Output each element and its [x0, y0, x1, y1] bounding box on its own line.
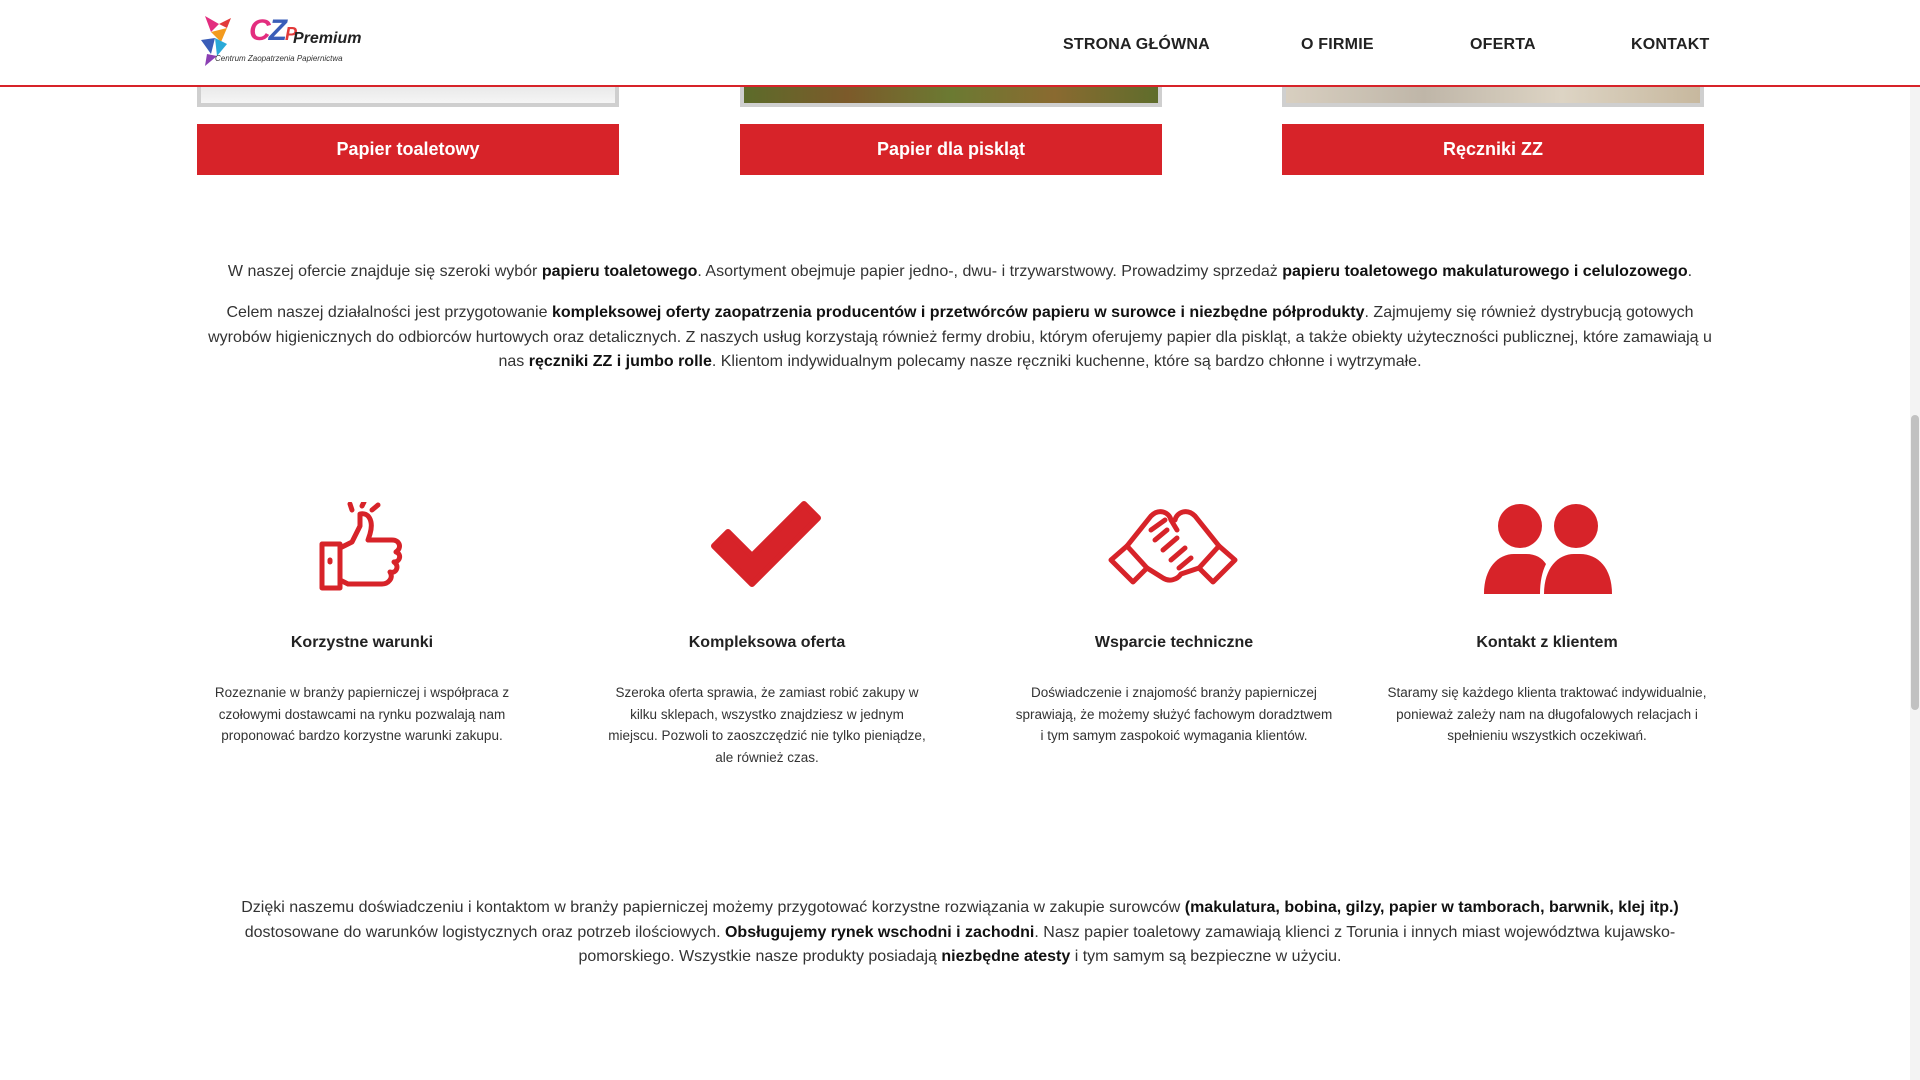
feature-desc-kontakt-z-klientem: Staramy się każdego klienta traktować in… — [1387, 685, 1707, 743]
feature-desc-korzystne-warunki: Rozeznanie w branży papierniczej i współ… — [214, 685, 510, 743]
scrollbar-thumb[interactable] — [1911, 415, 1919, 710]
feature-title-wsparcie-techniczne: Wsparcie techniczne — [1094, 634, 1254, 651]
feature-title-kompleksowa-oferta: Kompleksowa oferta — [688, 634, 846, 651]
intro-paragraph-1: W naszej ofercie znajduje się szeroki wy… — [227, 263, 1693, 280]
product-button-papier-toaletowy[interactable]: Papier toaletowy — [197, 124, 619, 175]
nav-strona-glowna[interactable]: STRONA GŁÓWNA — [1063, 36, 1210, 54]
checkmark-icon — [711, 501, 821, 587]
page-scrollbar[interactable] — [1910, 0, 1920, 1080]
intro-paragraph-2: Celem naszej działalności jest przygotow… — [208, 304, 1712, 370]
thumbs-up-icon — [319, 502, 403, 591]
product-button-papier-dla-pisklat[interactable]: Papier dla piskląt — [740, 124, 1162, 175]
product-button-reczniki-zz[interactable]: Ręczniki ZZ — [1282, 124, 1704, 175]
logo-subtitle: Centrum Zaopatrzenia Papiernictwa — [215, 54, 343, 63]
nav-o-firmie[interactable]: O FIRMIE — [1301, 36, 1374, 54]
nav-kontakt[interactable]: KONTAKT — [1631, 36, 1709, 54]
product-image-papier-toaletowy[interactable] — [197, 85, 619, 107]
feature-desc-kompleksowa-oferta: Szeroka oferta sprawia, że zamiast robić… — [608, 685, 926, 765]
site-header: CZP Premium Centrum Zaopatrzenia Papiern… — [0, 0, 1920, 87]
nav-oferta[interactable]: OFERTA — [1470, 36, 1536, 54]
logo-wordmark: CZP — [249, 14, 298, 47]
outro-paragraph: Dzięki naszemu doświadczeniu i kontaktom… — [241, 899, 1679, 965]
logo[interactable]: CZP Premium Centrum Zaopatrzenia Papiern… — [197, 10, 361, 70]
product-image-reczniki-zz[interactable] — [1282, 85, 1704, 107]
feature-title-korzystne-warunki: Korzystne warunki — [290, 634, 434, 651]
logo-premium: Premium — [293, 30, 362, 47]
product-image-papier-dla-pisklat[interactable] — [740, 85, 1162, 107]
handshake-icon — [1108, 509, 1238, 585]
feature-title-kontakt-z-klientem: Kontakt z klientem — [1476, 634, 1618, 651]
users-icon — [1484, 504, 1612, 594]
feature-desc-wsparcie-techniczne: Doświadczenie i znajomość branży papiern… — [1015, 685, 1333, 743]
